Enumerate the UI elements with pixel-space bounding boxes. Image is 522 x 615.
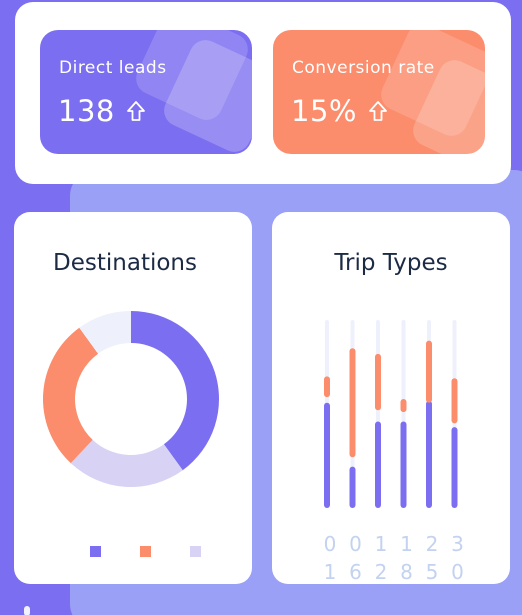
- bar-secondary[interactable]: [349, 348, 356, 458]
- x-axis-label: 30: [448, 530, 468, 586]
- trip-types-bar-chart[interactable]: [272, 312, 510, 512]
- background-dot: [24, 606, 30, 615]
- bar-primary[interactable]: [451, 427, 458, 508]
- trip-types-panel: Trip Types 010612182530: [272, 212, 510, 584]
- bar-primary[interactable]: [324, 402, 330, 508]
- direct-leads-card[interactable]: Direct leads 138: [40, 30, 252, 154]
- x-axis-label-digit: 2: [425, 532, 439, 556]
- trip-types-title: Trip Types: [334, 250, 448, 276]
- bar-secondary[interactable]: [375, 353, 381, 411]
- bar-primary[interactable]: [426, 400, 432, 508]
- conversion-rate-value: 15%: [291, 94, 357, 128]
- destinations-legend: [90, 546, 201, 557]
- bar-primary[interactable]: [400, 421, 407, 508]
- destinations-donut-chart[interactable]: [36, 304, 226, 494]
- legend-swatch: [190, 546, 201, 557]
- bar-secondary[interactable]: [400, 398, 407, 413]
- x-axis-label: 06: [346, 530, 366, 586]
- direct-leads-value: 138: [58, 94, 115, 128]
- destinations-panel: Destinations: [14, 212, 252, 584]
- bar-primary[interactable]: [375, 421, 381, 508]
- donut-slice[interactable]: [42, 327, 99, 464]
- x-axis-label-digit: 8: [400, 560, 413, 584]
- x-axis-label-digit: 3: [451, 532, 464, 556]
- x-axis-label-digit: 2: [374, 560, 388, 584]
- legend-swatch: [140, 546, 151, 557]
- x-axis-label-digit: 0: [349, 532, 362, 556]
- x-axis-label: 12: [371, 530, 391, 586]
- x-axis-label: 18: [397, 530, 417, 586]
- conversion-rate-label: Conversion rate: [292, 58, 435, 78]
- x-axis-label-digit: 5: [425, 560, 439, 584]
- x-axis-label: 01: [320, 530, 340, 586]
- x-axis-label-digit: 0: [451, 560, 464, 584]
- x-axis-label: 25: [422, 530, 442, 586]
- x-axis-label-digit: 1: [323, 560, 337, 584]
- legend-swatch: [90, 546, 101, 557]
- bar-secondary[interactable]: [324, 376, 330, 398]
- donut-slice[interactable]: [131, 311, 219, 471]
- bar-primary[interactable]: [349, 466, 356, 508]
- arrow-up-icon: [369, 101, 387, 121]
- x-axis-label-digit: 1: [374, 532, 388, 556]
- direct-leads-label: Direct leads: [59, 58, 167, 78]
- x-axis-label-digit: 1: [400, 532, 413, 556]
- destinations-title: Destinations: [53, 250, 197, 276]
- bar-secondary[interactable]: [426, 340, 432, 403]
- arrow-up-icon: [126, 101, 145, 121]
- conversion-rate-card[interactable]: Conversion rate 15%: [273, 30, 485, 154]
- x-axis-label-digit: 6: [349, 560, 362, 584]
- bar-secondary[interactable]: [451, 378, 458, 424]
- x-axis-label-digit: 0: [323, 532, 337, 556]
- stats-card: Direct leads 138 Conversion rate 15%: [15, 2, 511, 184]
